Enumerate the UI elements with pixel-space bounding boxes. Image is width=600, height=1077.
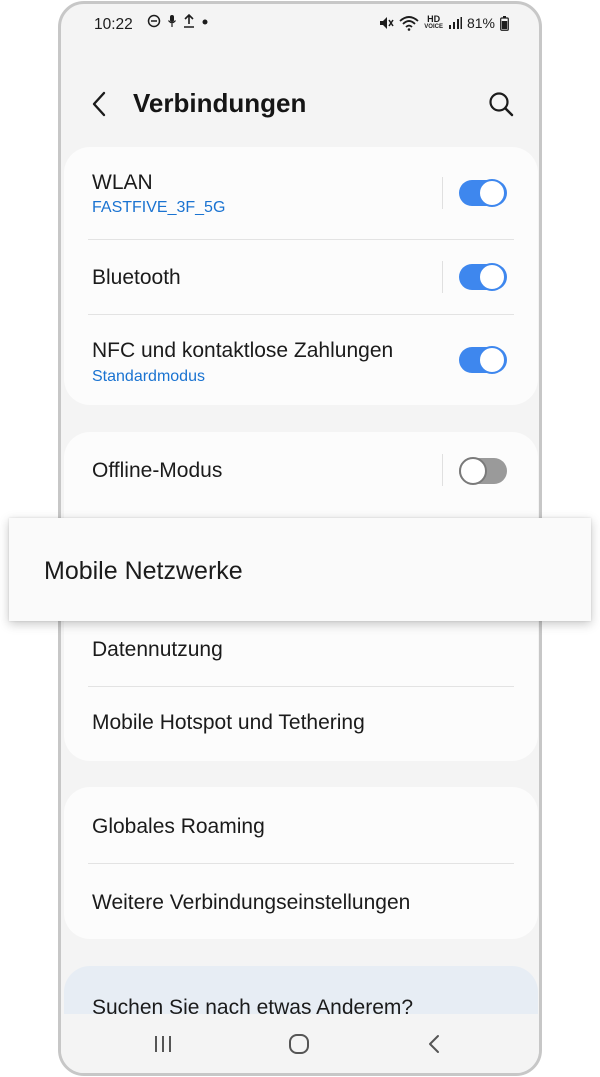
- wlan-network-name: FASTFIVE_3F_5G: [92, 199, 226, 216]
- chevron-left-icon: [92, 91, 106, 117]
- toggle-knob: [459, 457, 487, 485]
- wlan-title: WLAN: [92, 171, 153, 194]
- status-left-icons: [147, 14, 209, 28]
- more-settings-row[interactable]: Weitere Verbindungseinstellungen: [64, 864, 538, 939]
- global-roaming-title: Globales Roaming: [92, 815, 265, 838]
- wifi-icon: [399, 16, 419, 31]
- more-settings-title: Weitere Verbindungseinstellungen: [92, 891, 411, 914]
- vertical-separator: [442, 261, 443, 293]
- wlan-row[interactable]: WLAN FASTFIVE_3F_5G: [64, 147, 538, 239]
- notification-dot-icon: [202, 19, 208, 25]
- do-not-disturb-icon: [147, 14, 161, 28]
- toggle-knob: [478, 179, 506, 207]
- status-time: 10:22: [94, 16, 133, 33]
- bluetooth-toggle[interactable]: [459, 263, 507, 291]
- offline-mode-title: Offline-Modus: [92, 459, 223, 482]
- screen: 10:22 HD VOICE 81% Verbindungen WLAN FAS…: [0, 0, 600, 1077]
- recents-button[interactable]: [151, 1032, 175, 1061]
- mobile-networks-row[interactable]: Mobile Netzwerke: [9, 518, 591, 621]
- nfc-row[interactable]: NFC und kontaktlose Zahlungen Standardmo…: [64, 315, 538, 405]
- hotspot-title: Mobile Hotspot und Tethering: [92, 711, 365, 734]
- app-bar: Verbindungen: [61, 74, 539, 134]
- hotspot-row[interactable]: Mobile Hotspot und Tethering: [64, 687, 538, 761]
- nfc-mode: Standardmodus: [92, 368, 205, 385]
- connections-card-3: Globales Roaming Weitere Verbindungseins…: [64, 787, 538, 939]
- nav-back-icon: [429, 1035, 439, 1053]
- bluetooth-row[interactable]: Bluetooth: [64, 240, 538, 314]
- signal-icon: [448, 17, 462, 29]
- search-button[interactable]: [485, 88, 517, 120]
- nfc-toggle[interactable]: [459, 346, 507, 374]
- mobile-networks-title: Mobile Netzwerke: [44, 557, 243, 585]
- microphone-icon: [168, 15, 176, 27]
- vertical-separator: [442, 454, 443, 486]
- battery-icon: [500, 15, 509, 31]
- nfc-title: NFC und kontaktlose Zahlungen: [92, 339, 394, 362]
- battery-percent: 81%: [466, 15, 495, 31]
- home-icon: [289, 1034, 309, 1054]
- search-icon: [489, 92, 514, 117]
- data-usage-title: Datennutzung: [92, 638, 223, 661]
- wlan-toggle[interactable]: [459, 179, 507, 207]
- global-roaming-row[interactable]: Globales Roaming: [64, 787, 538, 863]
- offline-mode-toggle[interactable]: [459, 457, 507, 485]
- home-button[interactable]: [287, 1032, 311, 1061]
- connections-card-1: WLAN FASTFIVE_3F_5G Bluetooth NFC und ko…: [64, 147, 538, 405]
- vertical-separator: [442, 177, 443, 209]
- offline-mode-row[interactable]: Offline-Modus: [64, 432, 538, 510]
- navigation-bar: [61, 1014, 539, 1073]
- toggle-knob: [478, 346, 506, 374]
- bluetooth-title: Bluetooth: [92, 266, 181, 289]
- toggle-knob: [478, 263, 506, 291]
- mute-icon: [380, 17, 394, 29]
- back-button[interactable]: [85, 88, 115, 120]
- status-bar: 10:22 HD VOICE 81%: [61, 4, 539, 48]
- page-title: Verbindungen: [133, 88, 307, 118]
- data-usage-row[interactable]: Datennutzung: [64, 616, 538, 686]
- recents-icon: [155, 1036, 171, 1052]
- upload-icon: [184, 14, 194, 28]
- hd-voice-icon: HD VOICE: [424, 14, 443, 31]
- status-right-icons: HD VOICE 81%: [378, 14, 509, 32]
- nav-back-button[interactable]: [423, 1032, 447, 1061]
